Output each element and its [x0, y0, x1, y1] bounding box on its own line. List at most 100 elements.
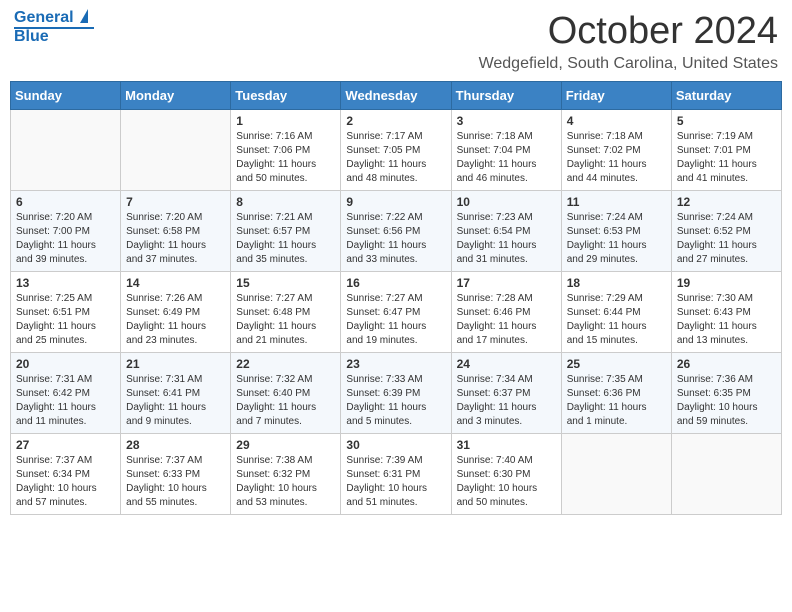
calendar-cell: 23Sunrise: 7:33 AM Sunset: 6:39 PM Dayli…	[341, 353, 451, 434]
calendar-cell: 5 Sunrise: 7:19 AM Sunset: 7:01 PM Daylig…	[671, 110, 781, 191]
day-number: 7	[126, 195, 225, 209]
day-info: Sunrise: 7:39 AM Sunset: 6:31 PM Dayligh…	[346, 454, 445, 510]
day-number: 3	[457, 114, 556, 128]
day-number: 8	[236, 195, 335, 209]
day-number: 16	[346, 276, 445, 290]
calendar-cell: 22Sunrise: 7:32 AM Sunset: 6:40 PM Dayli…	[231, 353, 341, 434]
calendar-cell: 1 Sunrise: 7:16 AM Sunset: 7:06 PM Daylig…	[231, 110, 341, 191]
calendar-cell: 27 Sunrise: 7:37 AM Sunset: 6:34 PM Dayli…	[11, 434, 121, 515]
calendar-week-3: 20 Sunrise: 7:31 AM Sunset: 6:42 PM Dayli…	[11, 353, 782, 434]
day-info: Sunrise: 7:37 AM Sunset: 6:33 PM Dayligh…	[126, 454, 225, 510]
calendar-cell: 3Sunrise: 7:18 AM Sunset: 7:04 PM Daylig…	[451, 110, 561, 191]
day-info: Sunrise: 7:31 AM Sunset: 6:41 PM Dayligh…	[126, 373, 225, 429]
day-number: 14	[126, 276, 225, 290]
day-number: 21	[126, 357, 225, 371]
day-number: 15	[236, 276, 335, 290]
day-number: 1	[236, 114, 335, 128]
logo: General Blue	[14, 10, 94, 45]
day-info: Sunrise: 7:35 AM Sunset: 6:36 PM Dayligh…	[567, 373, 666, 429]
calendar-cell: 2Sunrise: 7:17 AM Sunset: 7:05 PM Daylig…	[341, 110, 451, 191]
calendar-cell: 20 Sunrise: 7:31 AM Sunset: 6:42 PM Dayli…	[11, 353, 121, 434]
day-number: 4	[567, 114, 666, 128]
day-number: 30	[346, 438, 445, 452]
calendar-cell: 9 Sunrise: 7:22 AM Sunset: 6:56 PM Daylig…	[341, 191, 451, 272]
day-number: 22	[236, 357, 335, 371]
calendar-cell: 17 Sunrise: 7:28 AM Sunset: 6:46 PM Dayli…	[451, 272, 561, 353]
day-number: 2	[346, 114, 445, 128]
calendar-cell: 26Sunrise: 7:36 AM Sunset: 6:35 PM Dayli…	[671, 353, 781, 434]
calendar-cell: 30 Sunrise: 7:39 AM Sunset: 6:31 PM Dayli…	[341, 434, 451, 515]
weekday-wednesday: Wednesday	[341, 82, 451, 110]
calendar-week-4: 27 Sunrise: 7:37 AM Sunset: 6:34 PM Dayli…	[11, 434, 782, 515]
weekday-sunday: Sunday	[11, 82, 121, 110]
day-number: 5	[677, 114, 776, 128]
day-number: 25	[567, 357, 666, 371]
calendar-cell: 25 Sunrise: 7:35 AM Sunset: 6:36 PM Dayli…	[561, 353, 671, 434]
day-number: 10	[457, 195, 556, 209]
calendar-cell: 12 Sunrise: 7:24 AM Sunset: 6:52 PM Dayli…	[671, 191, 781, 272]
day-number: 9	[346, 195, 445, 209]
day-info: Sunrise: 7:38 AM Sunset: 6:32 PM Dayligh…	[236, 454, 335, 510]
month-title: October 2024	[479, 10, 778, 53]
day-number: 6	[16, 195, 115, 209]
day-info: Sunrise: 7:34 AM Sunset: 6:37 PM Dayligh…	[457, 373, 556, 429]
calendar-header-row: Sunday Monday Tuesday Wednesday Thursday…	[11, 82, 782, 110]
day-info: Sunrise: 7:31 AM Sunset: 6:42 PM Dayligh…	[16, 373, 115, 429]
day-number: 19	[677, 276, 776, 290]
day-number: 13	[16, 276, 115, 290]
location-title: Wedgefield, South Carolina, United State…	[479, 55, 778, 73]
logo-triangle-icon	[80, 9, 88, 23]
day-number: 23	[346, 357, 445, 371]
day-number: 28	[126, 438, 225, 452]
day-info: Sunrise: 7:26 AM Sunset: 6:49 PM Dayligh…	[126, 292, 225, 348]
day-info: Sunrise: 7:30 AM Sunset: 6:43 PM Dayligh…	[677, 292, 776, 348]
calendar-cell: 29Sunrise: 7:38 AM Sunset: 6:32 PM Dayli…	[231, 434, 341, 515]
day-info: Sunrise: 7:28 AM Sunset: 6:46 PM Dayligh…	[457, 292, 556, 348]
day-info: Sunrise: 7:37 AM Sunset: 6:34 PM Dayligh…	[16, 454, 115, 510]
calendar-cell: 19 Sunrise: 7:30 AM Sunset: 6:43 PM Dayli…	[671, 272, 781, 353]
day-info: Sunrise: 7:18 AM Sunset: 7:02 PM Dayligh…	[567, 130, 666, 186]
calendar-cell: 18 Sunrise: 7:29 AM Sunset: 6:44 PM Dayli…	[561, 272, 671, 353]
day-info: Sunrise: 7:27 AM Sunset: 6:48 PM Dayligh…	[236, 292, 335, 348]
calendar-cell: 24 Sunrise: 7:34 AM Sunset: 6:37 PM Dayli…	[451, 353, 561, 434]
weekday-saturday: Saturday	[671, 82, 781, 110]
day-number: 12	[677, 195, 776, 209]
day-number: 18	[567, 276, 666, 290]
day-info: Sunrise: 7:40 AM Sunset: 6:30 PM Dayligh…	[457, 454, 556, 510]
day-info: Sunrise: 7:23 AM Sunset: 6:54 PM Dayligh…	[457, 211, 556, 267]
day-number: 27	[16, 438, 115, 452]
calendar-cell: 15 Sunrise: 7:27 AM Sunset: 6:48 PM Dayli…	[231, 272, 341, 353]
weekday-friday: Friday	[561, 82, 671, 110]
calendar-cell: 11Sunrise: 7:24 AM Sunset: 6:53 PM Dayli…	[561, 191, 671, 272]
weekday-tuesday: Tuesday	[231, 82, 341, 110]
day-info: Sunrise: 7:21 AM Sunset: 6:57 PM Dayligh…	[236, 211, 335, 267]
title-area: October 2024 Wedgefield, South Carolina,…	[479, 10, 778, 73]
day-number: 31	[457, 438, 556, 452]
calendar-cell: 10 Sunrise: 7:23 AM Sunset: 6:54 PM Dayli…	[451, 191, 561, 272]
day-number: 24	[457, 357, 556, 371]
weekday-monday: Monday	[121, 82, 231, 110]
calendar-cell: 13Sunrise: 7:25 AM Sunset: 6:51 PM Dayli…	[11, 272, 121, 353]
calendar-cell: 6 Sunrise: 7:20 AM Sunset: 7:00 PM Daylig…	[11, 191, 121, 272]
calendar-week-2: 13Sunrise: 7:25 AM Sunset: 6:51 PM Dayli…	[11, 272, 782, 353]
day-info: Sunrise: 7:24 AM Sunset: 6:52 PM Dayligh…	[677, 211, 776, 267]
day-info: Sunrise: 7:29 AM Sunset: 6:44 PM Dayligh…	[567, 292, 666, 348]
calendar-week-1: 6 Sunrise: 7:20 AM Sunset: 7:00 PM Daylig…	[11, 191, 782, 272]
day-number: 11	[567, 195, 666, 209]
calendar-cell	[11, 110, 121, 191]
day-info: Sunrise: 7:20 AM Sunset: 7:00 PM Dayligh…	[16, 211, 115, 267]
day-number: 17	[457, 276, 556, 290]
day-info: Sunrise: 7:22 AM Sunset: 6:56 PM Dayligh…	[346, 211, 445, 267]
day-info: Sunrise: 7:36 AM Sunset: 6:35 PM Dayligh…	[677, 373, 776, 429]
day-number: 20	[16, 357, 115, 371]
calendar-table: Sunday Monday Tuesday Wednesday Thursday…	[10, 81, 782, 515]
page-header: General Blue October 2024 Wedgefield, So…	[10, 10, 782, 73]
day-info: Sunrise: 7:27 AM Sunset: 6:47 PM Dayligh…	[346, 292, 445, 348]
calendar-cell: 8 Sunrise: 7:21 AM Sunset: 6:57 PM Daylig…	[231, 191, 341, 272]
day-info: Sunrise: 7:16 AM Sunset: 7:06 PM Dayligh…	[236, 130, 335, 186]
calendar-cell: 4 Sunrise: 7:18 AM Sunset: 7:02 PM Daylig…	[561, 110, 671, 191]
calendar-cell	[121, 110, 231, 191]
calendar-cell: 7Sunrise: 7:20 AM Sunset: 6:58 PM Daylig…	[121, 191, 231, 272]
day-info: Sunrise: 7:19 AM Sunset: 7:01 PM Dayligh…	[677, 130, 776, 186]
calendar-cell: 21 Sunrise: 7:31 AM Sunset: 6:41 PM Dayli…	[121, 353, 231, 434]
